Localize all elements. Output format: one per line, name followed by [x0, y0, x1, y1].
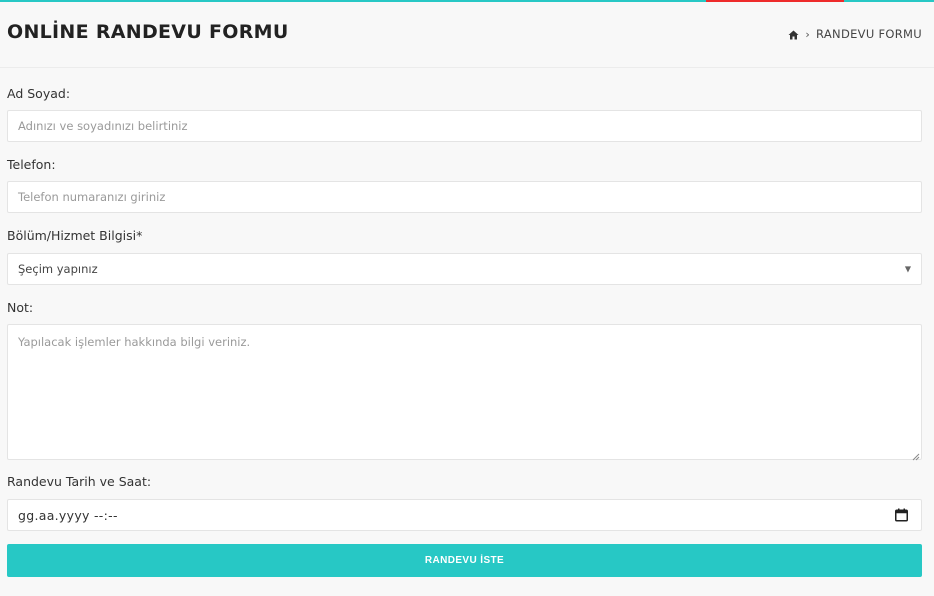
name-placeholder: Adınızı ve soyadınızı belirtiniz — [18, 119, 188, 133]
note-label: Not: — [7, 300, 34, 315]
service-select[interactable]: Şeçim yapınız ▼ — [7, 253, 922, 285]
name-label: Ad Soyad: — [7, 86, 71, 101]
phone-input[interactable]: Telefon numaranızı giriniz — [7, 181, 922, 213]
date-label: Randevu Tarih ve Saat: — [7, 474, 152, 489]
submit-button[interactable]: RANDEVU İSTE — [7, 544, 922, 577]
note-textarea[interactable]: Yapılacak işlemler hakkında bilgi verini… — [7, 324, 922, 461]
page-title: ONLİNE RANDEVU FORMU — [7, 21, 289, 43]
datetime-input[interactable]: gg.aa.yyyy --:-- — [7, 499, 922, 531]
service-selected-value: Şeçim yapınız — [18, 262, 98, 276]
page-header: ONLİNE RANDEVU FORMU › RANDEVU FORMU — [0, 2, 934, 68]
phone-placeholder: Telefon numaranızı giriniz — [18, 190, 166, 204]
chevron-right-icon: › — [805, 27, 811, 41]
breadcrumb-current: RANDEVU FORMU — [816, 27, 922, 41]
breadcrumb: › RANDEVU FORMU — [788, 27, 922, 41]
home-icon[interactable] — [788, 29, 799, 40]
resize-handle-icon[interactable] — [912, 450, 920, 461]
name-input[interactable]: Adınızı ve soyadınızı belirtiniz — [7, 110, 922, 142]
phone-label: Telefon: — [7, 157, 56, 172]
calendar-icon[interactable] — [895, 508, 908, 522]
datetime-value: gg.aa.yyyy --:-- — [18, 507, 118, 523]
service-label: Bölüm/Hizmet Bilgisi* — [7, 228, 143, 243]
note-placeholder: Yapılacak işlemler hakkında bilgi verini… — [18, 335, 251, 349]
caret-down-icon: ▼ — [904, 264, 911, 274]
